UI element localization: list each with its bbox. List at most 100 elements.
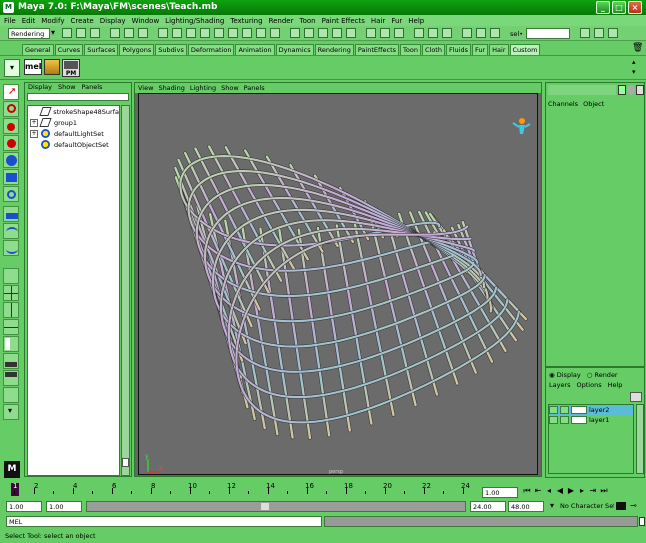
- outliner-menu-show[interactable]: Show: [58, 83, 76, 92]
- shelf-tab-toon[interactable]: Toon: [400, 44, 421, 55]
- shelf-menu-button[interactable]: ▾: [4, 59, 20, 77]
- render-view-icon[interactable]: [476, 28, 486, 38]
- shelf-scroll-down-icon[interactable]: ▾: [632, 68, 636, 76]
- quick-selection-field[interactable]: [526, 28, 570, 39]
- show-channel-box-icon[interactable]: [608, 28, 618, 38]
- move-tool-icon[interactable]: [3, 135, 19, 151]
- range-slider[interactable]: [86, 501, 466, 512]
- outliner-menu-panels[interactable]: Panels: [82, 83, 103, 92]
- menu-paint-effects[interactable]: Paint Effects: [322, 17, 365, 25]
- show-attribute-editor-icon[interactable]: [580, 28, 590, 38]
- layout-hypershade-icon[interactable]: [3, 370, 19, 386]
- menu-create[interactable]: Create: [70, 17, 93, 25]
- minimize-button[interactable]: _: [596, 1, 610, 14]
- history-icon[interactable]: [366, 28, 376, 38]
- layer-row-layer2[interactable]: layer2: [549, 405, 633, 415]
- tool-settings-toggle-icon[interactable]: [636, 85, 644, 95]
- render-frame-icon[interactable]: [414, 28, 424, 38]
- expand-icon[interactable]: +: [30, 129, 38, 138]
- shelf-tab-fur[interactable]: Fur: [471, 44, 489, 55]
- layer-type-toggle[interactable]: [560, 416, 569, 424]
- menu-toon[interactable]: Toon: [299, 17, 315, 25]
- pm-shelf-button[interactable]: PM: [62, 59, 80, 77]
- snap-curve-icon[interactable]: [304, 28, 314, 38]
- menu-edit[interactable]: Edit: [22, 17, 36, 25]
- menu-set-dropdown[interactable]: Rendering: [8, 28, 50, 39]
- shelf-scroll-up-icon[interactable]: ▴: [632, 58, 636, 66]
- chevron-down-icon[interactable]: ▾: [547, 501, 557, 511]
- command-input[interactable]: MEL: [6, 516, 322, 527]
- mask-joints-icon[interactable]: [172, 28, 182, 38]
- snap-plane-icon[interactable]: [332, 28, 342, 38]
- ipr-render-icon[interactable]: [428, 28, 438, 38]
- outliner-item-default-object-set[interactable]: defaultObjectSet: [28, 139, 119, 150]
- step-forward-frame-icon[interactable]: ▸: [577, 486, 587, 496]
- shelf-tab-polygons[interactable]: Polygons: [119, 44, 155, 55]
- menu-texturing[interactable]: Texturing: [230, 17, 262, 25]
- close-button[interactable]: ×: [628, 1, 642, 14]
- maya-app-icon[interactable]: M: [3, 2, 14, 13]
- layer-type-toggle[interactable]: [560, 406, 569, 414]
- animation-end-field[interactable]: 48.00: [508, 501, 544, 512]
- trash-icon[interactable]: 🗑: [632, 43, 643, 53]
- history-off-icon[interactable]: [394, 28, 404, 38]
- time-slider[interactable]: 1 2 4 6 8 10 12 14 16 18 20 22 24: [0, 480, 540, 497]
- layer-menu-options[interactable]: Options: [577, 381, 602, 389]
- menu-render[interactable]: Render: [269, 17, 294, 25]
- menu-lighting-shading[interactable]: Lighting/Shading: [165, 17, 224, 25]
- layout-menu-icon[interactable]: ▾: [3, 404, 19, 420]
- mel-shelf-button[interactable]: mel: [24, 59, 42, 75]
- open-scene-icon[interactable]: [76, 28, 86, 38]
- attribute-editor-toggle-icon[interactable]: [627, 85, 635, 95]
- display-radio[interactable]: ◉ Display: [549, 371, 581, 379]
- new-scene-icon[interactable]: [62, 28, 72, 38]
- chevron-down-icon[interactable]: ▾: [48, 28, 58, 38]
- channel-box-toggle-icon[interactable]: [618, 85, 626, 95]
- preferences-icon[interactable]: ⊸: [630, 501, 637, 510]
- animation-start-field[interactable]: 1.00: [6, 501, 42, 512]
- shelf-tab-hair[interactable]: Hair: [489, 44, 509, 55]
- playback-end-field[interactable]: 24.00: [470, 501, 506, 512]
- layer-scrollbar[interactable]: [636, 404, 644, 474]
- layout-custom-icon[interactable]: [3, 387, 19, 403]
- menu-help[interactable]: Help: [408, 17, 424, 25]
- tab-channels[interactable]: Channels: [548, 100, 578, 108]
- make-live-icon[interactable]: [346, 28, 356, 38]
- go-to-end-icon[interactable]: ⏭: [599, 486, 609, 496]
- lock-selection-icon[interactable]: [270, 28, 280, 38]
- step-forward-key-icon[interactable]: ⇥: [588, 486, 598, 496]
- select-tool-icon[interactable]: ➚: [3, 84, 19, 100]
- select-component-icon[interactable]: [138, 28, 148, 38]
- playback-start-field[interactable]: 1.00: [46, 501, 82, 512]
- outliner-item-group1[interactable]: + group1: [28, 117, 119, 128]
- shelf-tab-animation[interactable]: Animation: [235, 44, 275, 55]
- layout-two-icon[interactable]: [3, 302, 19, 318]
- play-backward-icon[interactable]: ◀: [555, 486, 565, 496]
- viewport-canvas[interactable]: y x persp: [138, 93, 538, 475]
- viewport-menu-lighting[interactable]: Lighting: [190, 84, 216, 92]
- shelf-tab-dynamics[interactable]: Dynamics: [275, 44, 314, 55]
- paint-select-tool-icon[interactable]: [3, 118, 19, 134]
- scale-tool-icon[interactable]: [3, 169, 19, 185]
- mask-curves-icon[interactable]: [186, 28, 196, 38]
- layer-visibility-toggle[interactable]: [549, 416, 558, 424]
- script-editor-icon[interactable]: [639, 517, 645, 526]
- menu-fur[interactable]: Fur: [391, 17, 402, 25]
- save-scene-icon[interactable]: [90, 28, 100, 38]
- layout-stacked-icon[interactable]: [3, 319, 19, 335]
- layout-graph-icon[interactable]: [3, 353, 19, 369]
- layout-four-icon[interactable]: [3, 285, 19, 301]
- show-tool-settings-icon[interactable]: [594, 28, 604, 38]
- outliner-scrollbar[interactable]: [121, 105, 130, 476]
- layer-menu-layers[interactable]: Layers: [549, 381, 571, 389]
- go-to-start-icon[interactable]: ⏮: [522, 486, 532, 496]
- last-tool-icon[interactable]: [3, 206, 19, 222]
- menu-display[interactable]: Display: [100, 17, 126, 25]
- shelf-tab-surfaces[interactable]: Surfaces: [84, 44, 119, 55]
- expand-icon[interactable]: +: [30, 118, 38, 127]
- history-on-icon[interactable]: [380, 28, 390, 38]
- curve-tool-icon[interactable]: [3, 223, 19, 239]
- outliner-item-default-light-set[interactable]: + defaultLightSet: [28, 128, 119, 139]
- mask-surfaces-icon[interactable]: [200, 28, 210, 38]
- render-globals-icon[interactable]: [442, 28, 452, 38]
